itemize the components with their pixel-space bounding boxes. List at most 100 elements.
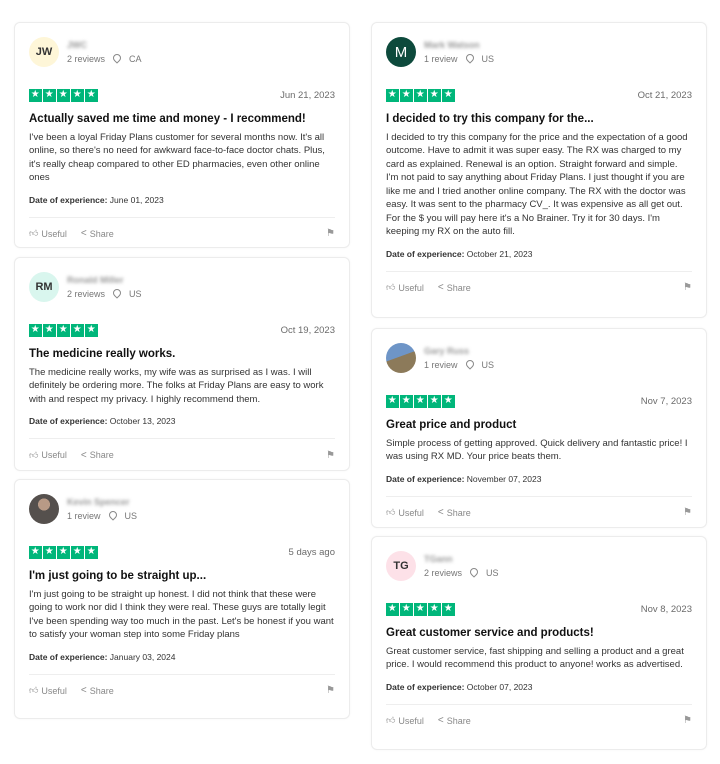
star-icon: ★ [71, 324, 84, 337]
useful-button[interactable]: 👍︎ Useful [386, 282, 424, 293]
avatar[interactable] [29, 494, 59, 524]
share-icon: < [437, 715, 444, 726]
review-card: RM Ronald Miller 2 reviews US ★ ★ ★ ★ ★ … [14, 257, 350, 471]
experience-date: Date of experience: November 07, 2023 [386, 473, 542, 484]
star-icon: ★ [85, 89, 98, 102]
reviewer-info: Gary Russ 1 review US [386, 329, 692, 387]
flag-icon[interactable]: ⚑ [683, 282, 692, 293]
review-card: M Mark Watson 1 review US ★ ★ ★ ★ ★ Oct … [371, 22, 707, 318]
thumbs-up-icon: 👍︎ [386, 507, 396, 517]
star-icon: ★ [29, 546, 42, 559]
reviewer-country: US [129, 289, 142, 299]
experience-date: Date of experience: June 01, 2023 [29, 194, 164, 205]
star-icon: ★ [71, 89, 84, 102]
star-icon: ★ [442, 603, 455, 616]
flag-icon[interactable]: ⚑ [683, 715, 692, 726]
share-icon: < [437, 507, 444, 518]
star-icon: ★ [400, 603, 413, 616]
avatar[interactable]: RM [29, 272, 59, 302]
star-icon: ★ [414, 603, 427, 616]
reviewer-info: Kevin Spencer 1 review US [29, 480, 335, 538]
experience-date: Date of experience: October 13, 2023 [29, 416, 176, 426]
reviewer-country: US [481, 360, 495, 370]
star-rating: ★ ★ ★ ★ ★ [386, 603, 456, 616]
review-actions: 👍︎ Useful < Share ⚑ [386, 272, 692, 304]
star-icon: ★ [43, 324, 56, 337]
review-title[interactable]: Great customer service and products! [386, 627, 692, 639]
share-button[interactable]: < Share [438, 507, 471, 518]
useful-button[interactable]: 👍︎ Useful [386, 507, 424, 518]
review-count: 2 reviews [67, 54, 106, 64]
reviewer-country: CA [129, 54, 142, 64]
experience-date: Date of experience: October 07, 2023 [386, 681, 533, 692]
review-date: Jun 21, 2023 [280, 89, 335, 101]
review-title[interactable]: Great price and product [386, 419, 692, 431]
share-button[interactable]: < Share [81, 685, 114, 696]
reviewer-name[interactable]: Gary Russ [424, 346, 494, 357]
location-pin-icon [106, 509, 119, 521]
thumbs-up-icon: 👍︎ [29, 685, 39, 695]
star-icon: ★ [85, 324, 98, 337]
star-icon: ★ [386, 89, 399, 102]
review-card: Gary Russ 1 review US ★ ★ ★ ★ ★ Nov 7, 2… [371, 328, 707, 528]
flag-icon[interactable]: ⚑ [683, 507, 692, 518]
review-card: JW JWC 2 reviews CA ★ ★ ★ ★ ★ Jun 21, 20… [14, 22, 350, 248]
star-icon: ★ [442, 89, 455, 102]
flag-icon[interactable]: ⚑ [326, 450, 335, 461]
review-title[interactable]: Actually saved me time and money - I rec… [29, 113, 335, 125]
review-body: The medicine really works, my wife was a… [29, 366, 324, 405]
flag-icon[interactable]: ⚑ [326, 685, 335, 696]
review-title[interactable]: I'm just going to be straight up... [29, 570, 335, 582]
useful-button[interactable]: 👍︎ Useful [29, 228, 67, 239]
review-title[interactable]: The medicine really works. [29, 348, 335, 360]
review-body: Great customer service, fast shipping an… [386, 645, 684, 671]
share-button[interactable]: < Share [81, 450, 114, 461]
review-count: 1 review [424, 54, 458, 64]
share-button[interactable]: < Share [438, 282, 471, 293]
review-date: Oct 21, 2023 [637, 89, 692, 101]
share-button[interactable]: < Share [81, 228, 114, 239]
share-icon: < [80, 449, 87, 461]
reviewer-name[interactable]: TGann [424, 554, 499, 565]
review-card: TG TGann 2 reviews US ★ ★ ★ ★ ★ Nov 8, 2… [371, 536, 707, 750]
avatar[interactable]: M [386, 37, 416, 67]
reviewer-info: TG TGann 2 reviews US [386, 537, 692, 595]
thumbs-up-icon: 👍︎ [386, 715, 396, 725]
star-icon: ★ [29, 324, 42, 337]
reviewer-name[interactable]: Ronald Miller [67, 275, 142, 286]
useful-button[interactable]: 👍︎ Useful [386, 715, 424, 726]
reviewer-country: US [486, 568, 499, 578]
reviewer-country: US [481, 54, 495, 64]
review-actions: 👍︎ Useful < Share ⚑ [386, 497, 692, 529]
star-icon: ★ [43, 546, 56, 559]
star-icon: ★ [414, 395, 427, 408]
star-icon: ★ [428, 395, 441, 408]
review-title[interactable]: I decided to try this company for the... [386, 113, 692, 125]
star-icon: ★ [400, 89, 413, 102]
star-icon: ★ [71, 546, 84, 559]
share-icon: < [437, 282, 444, 293]
star-icon: ★ [428, 89, 441, 102]
star-icon: ★ [386, 603, 399, 616]
share-button[interactable]: < Share [438, 715, 471, 726]
useful-button[interactable]: 👍︎ Useful [29, 685, 67, 696]
location-pin-icon [468, 566, 480, 578]
reviewer-name[interactable]: Kevin Spencer [67, 497, 137, 508]
reviewer-country: US [124, 511, 138, 521]
star-icon: ★ [442, 395, 455, 408]
thumbs-up-icon: 👍︎ [29, 449, 39, 460]
review-actions: 👍︎ Useful < Share ⚑ [29, 439, 335, 471]
reviewer-name[interactable]: JWC [67, 40, 142, 51]
reviewer-info: RM Ronald Miller 2 reviews US [29, 258, 335, 316]
star-icon: ★ [400, 395, 413, 408]
star-rating: ★ ★ ★ ★ ★ [29, 546, 99, 559]
avatar[interactable]: JW [29, 37, 59, 67]
review-body: Simple process of getting approved. Quic… [386, 437, 688, 463]
reviewer-name[interactable]: Mark Watson [424, 40, 494, 51]
location-pin-icon [111, 287, 123, 299]
useful-button[interactable]: 👍︎ Useful [29, 450, 67, 461]
flag-icon[interactable]: ⚑ [326, 228, 335, 239]
avatar[interactable]: TG [386, 551, 416, 581]
avatar[interactable] [386, 343, 416, 373]
reviewer-info: JW JWC 2 reviews CA [29, 23, 335, 81]
